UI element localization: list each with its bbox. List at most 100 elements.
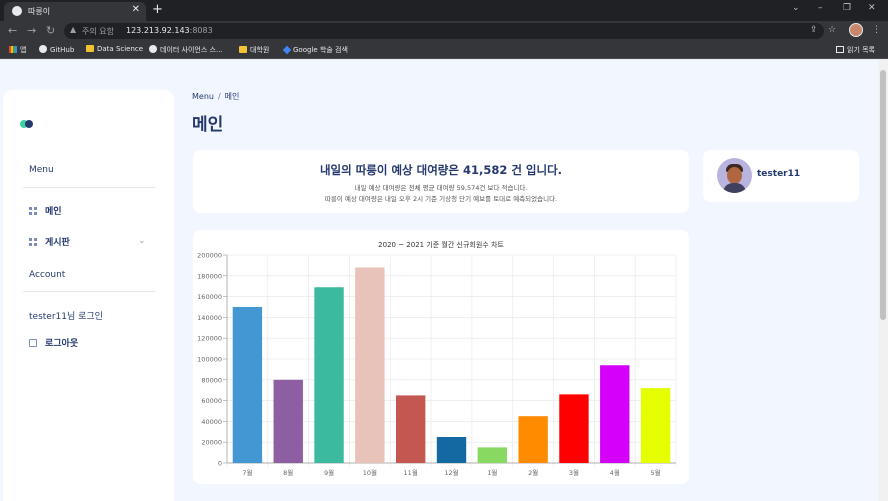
url-port: :8083	[189, 26, 213, 35]
bar	[518, 416, 548, 463]
apps-icon	[9, 46, 17, 53]
y-tick-label: 200000	[197, 252, 222, 260]
chart-card: 2020 ~ 2021 기준 월간 신규회원수 차트 0 20000 40000 600…	[193, 230, 689, 484]
reading-list-button[interactable]: 읽기 목록	[836, 45, 875, 55]
y-tick-label: 80000	[201, 376, 222, 384]
url-text: 123.213.92.143:8083	[126, 26, 213, 35]
breadcrumb: Menu / 메인	[192, 91, 239, 102]
bar	[559, 394, 589, 463]
x-tick-label: 1월	[487, 468, 497, 477]
github-icon	[39, 45, 47, 53]
x-tick-label: 12월	[444, 468, 458, 477]
sidebar-item-main[interactable]: 메인	[29, 204, 62, 217]
menu-dots-icon[interactable]: ⋮	[872, 25, 881, 35]
breadcrumb-root[interactable]: Menu	[192, 92, 214, 101]
bar	[273, 379, 303, 463]
forecast-comparison-text: 내일 예상 대여량은 전체 평균 대여량 59,574건 보다 적습니다.	[354, 184, 528, 192]
x-tick-label: 5월	[651, 468, 661, 477]
url-host: 123.213.92.143	[126, 26, 190, 35]
y-tick-label: 140000	[197, 314, 222, 322]
browser-tab[interactable]: 따릉이 ✕	[4, 2, 146, 21]
browser-toolbar: ← → ↻ ▲ 주의 요함 123.213.92.143:8083 ⇪ ☆ ⋮	[0, 21, 888, 41]
bookmark-label: Data Science	[97, 45, 144, 53]
chevron-down-icon[interactable]: ⌄	[138, 236, 146, 246]
bookmark-google-scholar[interactable]: Google 학술 검색	[282, 45, 348, 55]
bar	[436, 437, 467, 463]
logout-button[interactable]: 로그아웃	[29, 336, 78, 349]
profile-avatar-icon[interactable]	[849, 23, 863, 37]
scrollbar[interactable]	[878, 60, 888, 501]
bookmark-datascience-kr[interactable]: 데이터 사이언스 스...	[149, 45, 223, 55]
chevron-down-icon[interactable]: ⌄	[792, 3, 800, 13]
y-tick-label: 120000	[197, 335, 222, 343]
bar	[477, 447, 508, 463]
x-tick-label: 2월	[528, 468, 538, 477]
forecast-card: 내일의 따릉이 예상 대여량은 41,582 건 입니다. 내일 예상 대여량은…	[193, 150, 689, 213]
avatar[interactable]	[717, 158, 752, 193]
sidebar: Menu 메인 게시판 ⌄ Account tester11님 로그인 로그아웃	[3, 90, 174, 501]
login-status-text: tester11님 로그인	[29, 312, 103, 322]
minimize-icon[interactable]: –	[818, 3, 823, 13]
security-label: 주의 요함	[82, 27, 114, 36]
y-tick-label: 40000	[201, 418, 222, 426]
x-tick-label: 9월	[324, 468, 334, 477]
bar	[640, 388, 671, 463]
grid-icon	[29, 238, 37, 246]
globe-icon	[149, 45, 157, 53]
tab-close-button[interactable]: ✕	[132, 4, 140, 15]
forward-icon[interactable]: →	[27, 24, 36, 37]
window-close-icon[interactable]: ✕	[868, 3, 876, 13]
bookmark-grad-school[interactable]: 대학원	[239, 45, 269, 55]
bar	[395, 395, 426, 463]
y-tick-label: 0	[218, 460, 222, 468]
forecast-title: 내일의 따릉이 예상 대여량은 41,582 건 입니다.	[319, 163, 563, 177]
x-tick-label: 8월	[283, 468, 293, 477]
share-icon[interactable]: ⇪	[810, 25, 818, 35]
bar	[232, 307, 263, 463]
sidebar-item-label: 게시판	[45, 238, 70, 248]
breadcrumb-current: 메인	[224, 92, 240, 101]
bookmark-label: Google 학술 검색	[293, 46, 348, 54]
back-icon[interactable]: ←	[8, 24, 17, 37]
logout-icon	[29, 339, 37, 347]
folder-icon	[239, 46, 247, 53]
bookmark-label: 데이터 사이언스 스...	[160, 46, 223, 54]
x-tick-label: 7월	[242, 468, 252, 477]
bar-chart: 2020 ~ 2021 기준 월간 신규회원수 차트 0 20000 40000 600…	[197, 240, 677, 477]
x-tick-label: 11월	[404, 468, 418, 477]
profile-card: tester11	[703, 150, 859, 202]
bookmark-label: 앱	[20, 46, 27, 54]
logout-label: 로그아웃	[45, 339, 79, 349]
bar	[600, 365, 630, 463]
sidebar-item-label: 메인	[45, 207, 62, 217]
reload-icon[interactable]: ↻	[46, 24, 55, 37]
browser-tabbar: 따릉이 ✕ + ⌄ – ❐ ✕	[0, 0, 888, 21]
bookmarks-bar: 앱 GitHub Data Science 데이터 사이언스 스... 대학원 …	[0, 41, 888, 59]
bookmark-github[interactable]: GitHub	[39, 45, 74, 54]
scholar-icon	[282, 45, 292, 55]
y-tick-label: 100000	[197, 356, 222, 364]
bookmark-label: GitHub	[50, 46, 75, 54]
bookmark-label: 대학원	[250, 46, 270, 54]
restore-icon[interactable]: ❐	[843, 3, 851, 13]
chart-title: 2020 ~ 2021 기준 월간 신규회원수 차트	[378, 240, 504, 249]
breadcrumb-separator: /	[217, 92, 221, 101]
y-tick-label: 180000	[197, 272, 222, 280]
x-tick-label: 10월	[363, 468, 377, 477]
y-tick-label: 60000	[201, 397, 222, 405]
folder-icon	[86, 45, 94, 52]
address-bar[interactable]: ▲ 주의 요함 123.213.92.143:8083	[64, 23, 824, 39]
bookmark-apps[interactable]: 앱	[9, 45, 26, 55]
new-tab-button[interactable]: +	[152, 2, 163, 17]
scrollbar-thumb[interactable]	[880, 70, 886, 320]
y-tick-label: 160000	[197, 293, 222, 301]
y-tick-label: 20000	[201, 439, 222, 447]
x-tick-label: 3월	[569, 468, 579, 477]
logo-icon[interactable]	[20, 120, 34, 128]
bookmark-data-science[interactable]: Data Science	[86, 45, 143, 53]
bar	[355, 267, 385, 463]
star-icon[interactable]: ☆	[828, 25, 836, 35]
reading-list-icon	[836, 46, 844, 53]
warning-icon: ▲	[70, 25, 77, 34]
sidebar-item-board[interactable]: 게시판	[29, 235, 70, 248]
